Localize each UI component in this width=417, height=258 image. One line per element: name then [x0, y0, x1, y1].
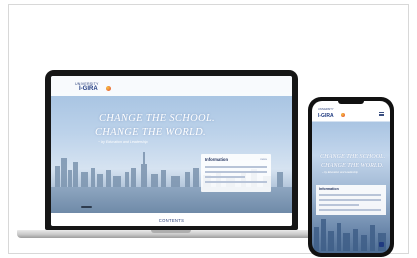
- boat: [81, 206, 92, 208]
- information-panel: Information more: [201, 154, 271, 192]
- news-row[interactable]: [319, 199, 381, 201]
- phone-device: UNIVERSITY I-GIRA CHANGE THE SCHOOL. CHA…: [308, 97, 394, 257]
- hero-heading-line2: CHANGE THE WORLD.: [95, 127, 206, 138]
- news-row[interactable]: [319, 204, 359, 206]
- information-more-link[interactable]: more: [260, 157, 267, 161]
- news-row[interactable]: [319, 194, 381, 196]
- phone-logo-mark-icon: [341, 113, 345, 117]
- back-to-top-button[interactable]: [379, 242, 384, 247]
- logo-mark-icon: [106, 86, 111, 91]
- phone-hero-line1: CHANGE THE SCHOOL.: [320, 153, 386, 160]
- phone-information-title: Information: [319, 187, 339, 191]
- contents-heading: CONTENTS: [158, 218, 185, 223]
- information-title: Information: [205, 157, 229, 162]
- hamburger-menu-icon[interactable]: [379, 112, 384, 116]
- hero-subtitle: ~ by Education and Leadership: [98, 140, 148, 144]
- news-row[interactable]: [205, 171, 267, 173]
- phone-hero-subtitle: ~ by Education and Leadership: [322, 171, 358, 174]
- hero-heading-line1: CHANGE THE SCHOOL.: [99, 113, 215, 124]
- news-row[interactable]: [205, 181, 267, 183]
- news-row[interactable]: [205, 176, 245, 178]
- contents-section: CONTENTS: [51, 213, 292, 226]
- phone-logo-subtitle: UNIVERSITY: [318, 108, 334, 111]
- site-logo[interactable]: I-GIRA: [79, 86, 98, 92]
- phone-screen: UNIVERSITY I-GIRA CHANGE THE SCHOOL. CHA…: [312, 101, 390, 253]
- phone-logo[interactable]: I-GIRA: [318, 113, 334, 119]
- laptop-device: UNIVERSITY I-GIRA CHANGE THE SCHOOL. CHA…: [45, 70, 298, 230]
- laptop-screen: UNIVERSITY I-GIRA CHANGE THE SCHOOL. CHA…: [51, 76, 292, 226]
- site-header: UNIVERSITY I-GIRA: [51, 76, 292, 96]
- news-row[interactable]: [205, 166, 267, 168]
- phone-notch: [338, 101, 364, 104]
- laptop-notch: [151, 230, 191, 233]
- phone-hero-line2: CHANGE THE WORLD.: [321, 162, 384, 169]
